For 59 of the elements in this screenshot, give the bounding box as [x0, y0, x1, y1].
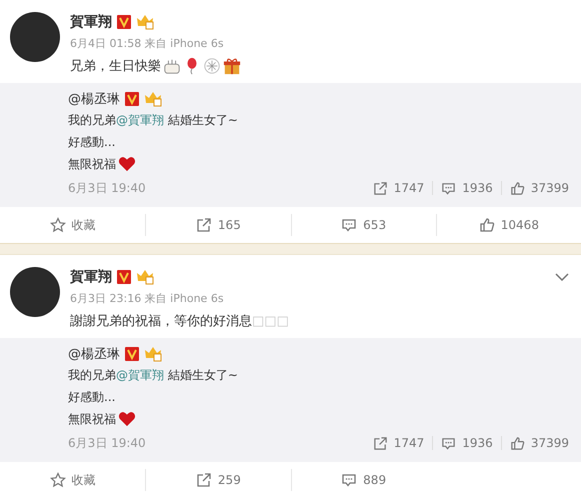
post-text: 兄弟，生日快樂: [70, 58, 161, 75]
crown-badge-icon: [144, 91, 162, 107]
action-button[interactable]: 259: [145, 469, 290, 491]
quoted-text: 好感動...: [68, 388, 116, 406]
comment-icon: [341, 472, 358, 488]
quoted-stat[interactable]: 37399: [510, 436, 569, 450]
quoted-time: 6月3日 19:40: [68, 434, 146, 452]
verified-badge-icon: [117, 270, 131, 284]
author-name[interactable]: 賀軍翔: [70, 13, 112, 31]
missing-glyphs: □□□: [252, 314, 289, 328]
post-text: 謝謝兄弟的祝福，等你的好消息: [70, 313, 252, 330]
quoted-author[interactable]: @楊丞琳: [68, 90, 120, 108]
quoted-stat[interactable]: 1747: [372, 436, 424, 450]
thumbs-up-icon: [478, 217, 495, 233]
star-icon: [50, 217, 66, 233]
comment-icon: [441, 436, 456, 450]
action-button[interactable]: 收藏: [0, 214, 146, 236]
action-button[interactable]: 889: [290, 469, 436, 491]
author-name[interactable]: 賀軍翔: [70, 268, 112, 286]
comment-icon: [341, 217, 358, 233]
quoted-author[interactable]: @楊丞琳: [68, 345, 120, 363]
fireworks-icon: [203, 57, 221, 75]
crown-badge-icon: [136, 269, 154, 285]
share-icon: [196, 217, 212, 233]
verified-badge-icon: [117, 15, 131, 29]
quoted-time: 6月3日 19:40: [68, 180, 146, 196]
thumbs-up-icon: [510, 180, 525, 196]
gift-icon: [223, 57, 241, 75]
quoted-stat[interactable]: 1936: [441, 436, 493, 450]
thumbs-up-icon: [510, 436, 525, 450]
quoted-text: 無限祝福: [68, 156, 116, 172]
quoted-stat[interactable]: 1936: [441, 180, 493, 196]
avatar[interactable]: [10, 267, 60, 317]
verified-badge-icon: [125, 347, 139, 361]
mention-link[interactable]: @賀軍翔: [116, 368, 164, 382]
star-icon: [50, 472, 66, 488]
mention-link[interactable]: @賀軍翔: [116, 112, 164, 126]
share-icon: [372, 436, 388, 450]
cake-icon: [163, 57, 181, 75]
dropdown-chevron-icon[interactable]: [555, 273, 569, 281]
action-button[interactable]: 165: [145, 214, 290, 236]
action-button[interactable]: 收藏: [0, 469, 146, 491]
quoted-text: 我的兄弟@賀軍翔 結婚生女了~: [68, 366, 238, 384]
action-button[interactable]: 653: [290, 214, 436, 236]
post-meta: 6月4日 01:58 来自 iPhone 6s: [70, 36, 225, 51]
crown-badge-icon: [136, 14, 154, 30]
quoted-stat[interactable]: 1747: [372, 180, 424, 196]
quoted-text: 好感動...: [68, 134, 116, 150]
quoted-text: 我的兄弟@賀軍翔 結婚生女了~: [68, 112, 238, 128]
share-icon: [372, 180, 388, 196]
post-meta: 6月3日 23:16 来自 iPhone 6s: [70, 291, 225, 306]
quoted-text: 無限祝福: [68, 410, 116, 428]
share-icon: [196, 472, 212, 488]
comment-icon: [441, 180, 456, 196]
action-button[interactable]: 10468: [436, 214, 581, 236]
avatar[interactable]: [10, 12, 60, 62]
quoted-stat[interactable]: 37399: [510, 180, 569, 196]
crown-badge-icon: [144, 346, 162, 362]
verified-badge-icon: [125, 92, 139, 106]
